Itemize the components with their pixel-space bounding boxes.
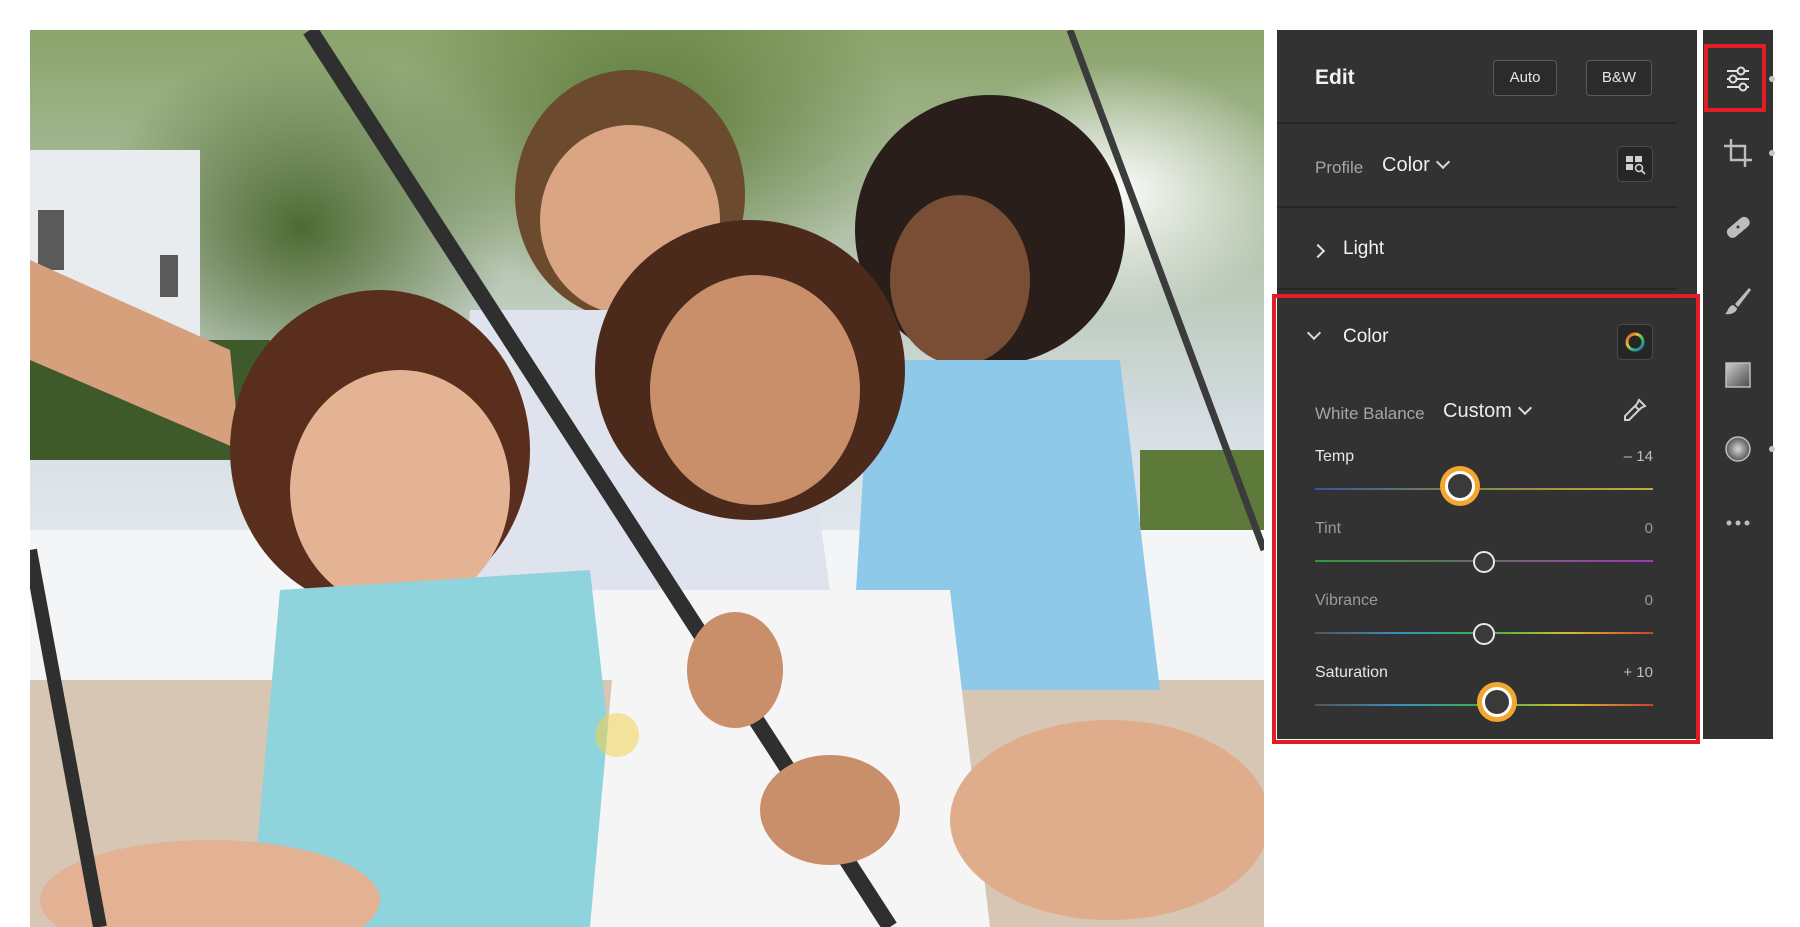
radial-gradient-icon [1725,436,1751,462]
edit-title: Edit [1315,66,1355,89]
linear-gradient-tool-button[interactable] [1719,356,1757,394]
profile-label: Profile [1315,158,1364,177]
radial-gradient-tool-button[interactable] [1719,430,1757,468]
profile-value: Color [1382,154,1430,176]
divider [1277,206,1677,208]
profile-grid-icon [1626,156,1646,175]
more-tools-button[interactable] [1719,504,1757,542]
divider [1277,288,1677,290]
brush-tool-button[interactable] [1719,282,1757,320]
chevron-down-icon [1435,154,1450,170]
healing-bandage-icon [1726,216,1750,238]
highlight-edit-tool [1704,44,1766,112]
chevron-right-icon [1310,243,1326,259]
tool-strip [1703,30,1775,739]
profile-browser-button[interactable] [1617,146,1653,182]
auto-button[interactable]: Auto [1493,60,1557,96]
light-section-title: Light [1343,238,1385,259]
brush-icon [1725,288,1751,315]
highlight-color-section [1272,294,1700,744]
bw-button[interactable]: B&W [1586,60,1652,96]
photo-preview [30,30,1264,927]
indicator-dot [1769,150,1775,156]
active-indicator [1769,76,1775,82]
divider [1277,122,1677,124]
linear-gradient-icon [1725,362,1751,388]
more-icon [1726,520,1750,526]
photo-illustration [30,30,1264,927]
indicator-dot [1769,446,1775,452]
profile-dropdown[interactable]: Color [1382,154,1450,177]
healing-tool-button[interactable] [1719,208,1757,246]
crop-tool-button[interactable] [1719,134,1757,172]
crop-icon [1724,139,1752,167]
